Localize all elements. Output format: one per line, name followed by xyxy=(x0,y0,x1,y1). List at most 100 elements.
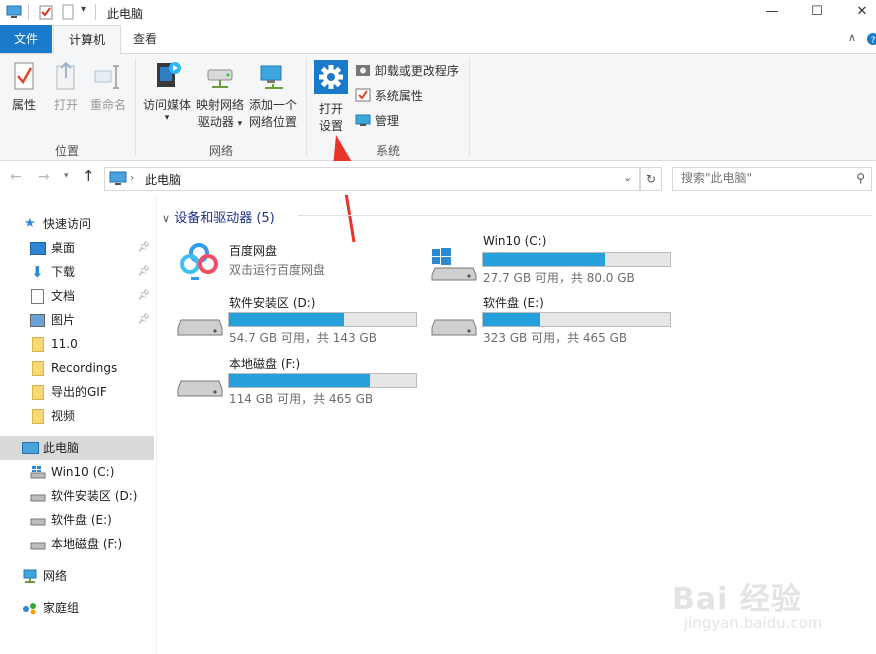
pin-icon[interactable]: 📌︎ xyxy=(137,236,150,260)
map-drive-label-1: 映射网络 xyxy=(195,98,244,112)
search-box[interactable]: ⚲ xyxy=(672,167,872,191)
pin-icon[interactable]: 📌︎ xyxy=(137,260,150,284)
help-icon[interactable]: ? xyxy=(866,32,876,46)
nav-desktop[interactable]: 桌面 📌︎ xyxy=(0,236,154,260)
nav-quick-access[interactable]: ★ 快速访问 xyxy=(0,212,154,236)
nav-drive-c[interactable]: Win10 (C:) xyxy=(0,460,154,484)
document-icon xyxy=(31,289,44,304)
properties-button[interactable]: 属性 xyxy=(6,60,42,114)
close-button[interactable]: ✕ xyxy=(842,0,876,25)
group-network-label: 网络 xyxy=(208,144,233,158)
search-input[interactable] xyxy=(673,168,851,188)
open-label: 打开 xyxy=(53,98,78,112)
map-network-drive-button[interactable]: 映射网络 驱动器 ▾ xyxy=(194,60,246,133)
star-icon: ★ xyxy=(24,216,36,231)
refresh-button[interactable]: ↻ xyxy=(640,167,662,191)
tab-file[interactable]: 文件 xyxy=(0,25,52,53)
nav-label: 桌面 xyxy=(51,241,76,255)
minimize-button[interactable]: — xyxy=(752,0,792,25)
drive-size: 27.7 GB 可用，共 80.0 GB xyxy=(483,271,635,285)
section-header[interactable]: ∨ 设备和驱动器 (5) xyxy=(162,207,275,226)
computer-icon xyxy=(22,442,39,454)
nav-this-pc[interactable]: 此电脑 xyxy=(0,436,154,460)
add-location-label-2: 网络位置 xyxy=(248,115,297,129)
forward-arrow-icon[interactable]: → xyxy=(38,169,50,185)
properties-icon xyxy=(14,62,34,90)
access-media-label: 访问媒体 xyxy=(142,98,191,112)
maximize-button[interactable]: ☐ xyxy=(797,0,837,25)
hard-drive-icon xyxy=(30,494,46,502)
drive-f-item[interactable]: 本地磁盘 (F:) 114 GB 可用，共 465 GB xyxy=(176,355,426,407)
manage-button[interactable]: 管理 xyxy=(355,110,399,132)
drive-c-item[interactable]: Win10 (C:) 27.7 GB 可用，共 80.0 GB xyxy=(430,234,680,286)
nav-pictures[interactable]: 图片 📌︎ xyxy=(0,308,154,332)
baidu-netdisk-item[interactable]: 百度网盘 双击运行百度网盘 xyxy=(176,234,426,286)
nav-folder-recordings[interactable]: Recordings xyxy=(0,356,154,380)
system-properties-button[interactable]: 系统属性 xyxy=(355,85,423,107)
drive-d-item[interactable]: 软件安装区 (D:) 54.7 GB 可用，共 143 GB xyxy=(176,294,426,346)
collapse-ribbon-icon[interactable]: ∧ xyxy=(848,31,856,44)
tab-computer[interactable]: 计算机 xyxy=(53,25,121,54)
windows-drive-icon xyxy=(30,466,46,479)
search-icon[interactable]: ⚲ xyxy=(856,171,865,185)
drive-e-item[interactable]: 软件盘 (E:) 323 GB 可用，共 465 GB xyxy=(430,294,680,346)
title-bar: ▾ 此电脑 — ☐ ✕ xyxy=(0,0,876,25)
refresh-icon: ↻ xyxy=(645,172,657,186)
hard-drive-icon xyxy=(177,319,223,336)
new-folder-quick-icon[interactable] xyxy=(62,4,74,20)
breadcrumb-this-pc[interactable]: 此电脑 xyxy=(145,171,181,188)
nav-drive-e[interactable]: 软件盘 (E:) xyxy=(0,508,154,532)
window-title: 此电脑 xyxy=(107,7,144,21)
nav-documents[interactable]: 文档 📌︎ xyxy=(0,284,154,308)
nav-label: 文档 xyxy=(51,289,76,303)
nav-downloads[interactable]: ⬇ 下载 📌︎ xyxy=(0,260,154,284)
drive-name: Win10 (C:) xyxy=(483,234,547,248)
title-divider xyxy=(95,4,96,20)
nav-network[interactable]: 网络 xyxy=(0,564,154,588)
nav-label: 图片 xyxy=(51,313,76,327)
back-arrow-icon[interactable]: ← xyxy=(10,169,22,185)
nav-folder-video[interactable]: 视频 xyxy=(0,404,154,428)
tab-view[interactable]: 查看 xyxy=(120,25,170,53)
baidu-netdisk-icon xyxy=(176,236,222,282)
hard-drive-icon xyxy=(177,380,223,397)
nav-drive-d[interactable]: 软件安装区 (D:) xyxy=(0,484,154,508)
section-title: 设备和驱动器 (5) xyxy=(174,211,275,226)
nav-folder-11[interactable]: 11.0 xyxy=(0,332,154,356)
properties-quick-icon[interactable] xyxy=(39,4,53,20)
address-dropdown-icon[interactable]: ⌄ xyxy=(623,171,632,184)
quick-access-dropdown-icon[interactable]: ▾ xyxy=(81,4,86,15)
pin-icon[interactable]: 📌︎ xyxy=(137,284,150,308)
watermark-brand: Bai 经验 xyxy=(672,582,802,617)
drive-usage-bar xyxy=(228,373,417,388)
desktop-icon xyxy=(30,242,46,255)
recent-dropdown-icon[interactable]: ▾ xyxy=(64,171,69,181)
network-drive-icon xyxy=(207,69,233,88)
rename-button[interactable]: 重命名 xyxy=(88,60,128,114)
add-network-location-button[interactable]: 添加一个 网络位置 xyxy=(246,60,300,131)
nav-label: 网络 xyxy=(43,569,68,583)
computer-icon[interactable] xyxy=(6,5,22,19)
nav-folder-gif[interactable]: 导出的GIF xyxy=(0,380,154,404)
uninstall-label: 卸载或更改程序 xyxy=(374,64,459,78)
nav-homegroup[interactable]: 家庭组 xyxy=(0,596,154,620)
open-settings-button[interactable]: 打开 设置 xyxy=(311,60,351,135)
up-arrow-icon[interactable]: ↑ xyxy=(82,167,95,185)
gear-icon xyxy=(314,60,348,94)
access-media-dropdown-icon: ▾ xyxy=(164,113,170,123)
pin-icon[interactable]: 📌︎ xyxy=(137,308,150,332)
computer-icon xyxy=(109,171,127,185)
drive-usage-bar xyxy=(482,252,671,267)
manage-label: 管理 xyxy=(374,114,399,128)
nav-drive-f[interactable]: 本地磁盘 (F:) xyxy=(0,532,154,556)
map-drive-label-2: 驱动器 ▾ xyxy=(197,115,243,129)
address-row: ← → ▾ ↑ › 此电脑 ⌄ ↻ ⚲ xyxy=(0,161,876,195)
uninstall-programs-button[interactable]: 卸载或更改程序 xyxy=(355,60,459,82)
folder-icon xyxy=(32,361,44,376)
drive-size: 54.7 GB 可用，共 143 GB xyxy=(229,331,377,345)
open-button[interactable]: 打开 xyxy=(48,60,84,114)
address-bar[interactable]: › 此电脑 ⌄ xyxy=(104,167,640,191)
nav-label: 软件安装区 (D:) xyxy=(51,489,138,503)
nav-label: 视频 xyxy=(51,409,76,423)
access-media-button[interactable]: 访问媒体 ▾ xyxy=(140,60,194,123)
